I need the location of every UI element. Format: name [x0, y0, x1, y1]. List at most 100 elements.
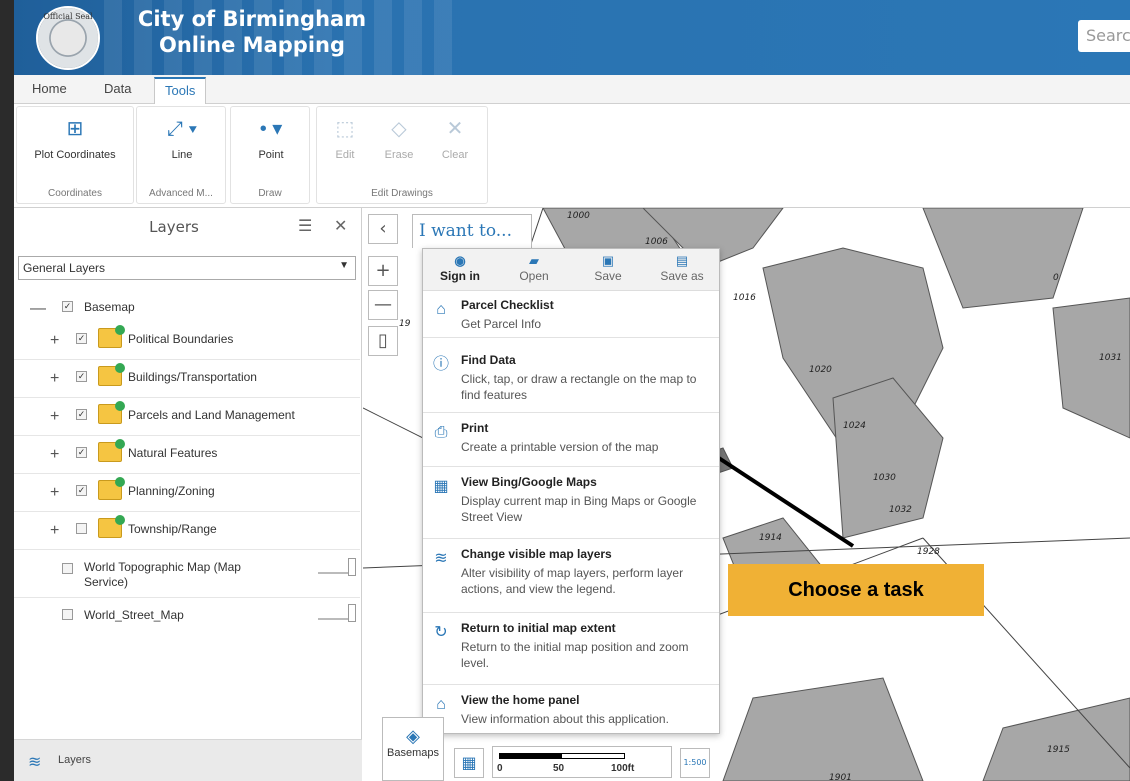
task-print[interactable]: ⎙ Print Create a printable version of th…: [423, 415, 719, 467]
choose-task-callout: Choose a task: [728, 564, 984, 616]
parcel-label: 1000: [567, 211, 590, 221]
save-button[interactable]: ▣ Save: [571, 253, 645, 283]
home-parcel-icon: ⌂: [436, 301, 446, 318]
city-seal-logo: Official Seal: [36, 6, 100, 70]
draw-point-button[interactable]: • ▾ Point: [239, 115, 303, 161]
layers-icon: ≋: [28, 752, 42, 771]
search-input[interactable]: Searc: [1078, 20, 1130, 52]
parcel-label: 1016: [733, 293, 756, 303]
folder-icon: [98, 401, 125, 424]
ribbon-toolbar: ⊞ Plot Coordinates Coordinates ⤢ ▾ Line …: [14, 104, 1130, 208]
app-title-line1: City of Birmingham: [137, 7, 367, 31]
expand-icon[interactable]: +: [50, 522, 59, 540]
folder-icon: [98, 515, 125, 538]
sign-in-button[interactable]: ◉ Sign in: [423, 253, 497, 283]
parcel-label: 1030: [873, 473, 896, 483]
task-view-bing-google[interactable]: ▦ View Bing/Google Maps Display current …: [423, 469, 719, 539]
line-measure-button[interactable]: ⤢ ▾ Line: [147, 115, 217, 161]
find-data-icon: ⓘ: [432, 356, 449, 373]
plot-coordinates-button[interactable]: ⊞ Plot Coordinates: [25, 115, 125, 161]
group-draw: • ▾ Point Draw: [230, 106, 310, 204]
expand-icon[interactable]: +: [50, 332, 59, 350]
task-find-data[interactable]: ⓘ Find Data Click, tap, or draw a rectan…: [423, 347, 719, 413]
eraser-icon: ◇: [391, 118, 407, 140]
edit-button[interactable]: ⬚ Edit: [325, 115, 365, 161]
map-view-icon: ▦: [433, 478, 449, 495]
layer-checkbox[interactable]: ✓: [76, 371, 87, 382]
collapse-panel-button[interactable]: ‹: [368, 214, 398, 244]
layer-row-world-street-map[interactable]: World_Street_Map: [14, 598, 360, 636]
layer-row[interactable]: + ✓ Natural Features: [14, 436, 360, 474]
app-header: Official Seal City of Birmingham Online …: [14, 0, 1130, 75]
expand-icon[interactable]: +: [50, 370, 59, 388]
task-initial-extent[interactable]: ↻ Return to initial map extent Return to…: [423, 615, 719, 685]
task-change-layers[interactable]: ≋ Change visible map layers Alter visibi…: [423, 541, 719, 613]
parcel-label: 1006: [645, 237, 668, 247]
close-icon[interactable]: ✕: [334, 216, 347, 235]
folder-icon: [98, 325, 125, 348]
line-measure-icon: ⤢ ▾: [167, 118, 197, 140]
parcel-label: 1901: [829, 773, 852, 781]
layer-row[interactable]: + ✓ Parcels and Land Management: [14, 398, 360, 436]
app-title: City of Birmingham Online Mapping: [132, 6, 372, 58]
clear-button[interactable]: ✕ Clear: [435, 115, 475, 161]
scale-ratio-button[interactable]: 1:500: [680, 748, 710, 778]
parcel-label: 1928: [917, 547, 940, 557]
clear-icon: ✕: [446, 118, 464, 140]
layer-row[interactable]: + ✓ Political Boundaries: [14, 322, 360, 360]
layer-checkbox[interactable]: [62, 609, 73, 620]
layer-row[interactable]: + ✓ Planning/Zoning: [14, 474, 360, 512]
task-parcel-checklist[interactable]: ⌂ Parcel Checklist Get Parcel Info: [423, 292, 719, 338]
layer-checkbox[interactable]: ✓: [76, 485, 87, 496]
group-coordinates: ⊞ Plot Coordinates Coordinates: [16, 106, 134, 204]
folder-icon: [98, 439, 125, 462]
bookmark-icon[interactable]: ▯: [368, 326, 398, 356]
scale-bar-graphic: [499, 753, 625, 759]
opacity-slider[interactable]: [318, 558, 356, 576]
opacity-slider[interactable]: [318, 604, 356, 622]
expand-icon[interactable]: +: [50, 446, 59, 464]
collapse-icon[interactable]: —: [30, 300, 46, 318]
layer-list-select[interactable]: General Layers ▼: [18, 256, 356, 280]
folder-open-icon: ▰: [529, 253, 539, 268]
parcel-label: 0: [1053, 273, 1059, 283]
tab-tools[interactable]: Tools: [154, 77, 207, 105]
menu-icon[interactable]: ☰: [298, 216, 312, 235]
save-as-button[interactable]: ▤ Save as: [645, 253, 719, 283]
zoom-in-button[interactable]: +: [368, 256, 398, 286]
parcel-label: 1031: [1099, 353, 1122, 363]
layer-checkbox[interactable]: [62, 563, 73, 574]
task-home-panel[interactable]: ⌂ View the home panel View information a…: [423, 687, 719, 733]
parcel-label: 1914: [759, 533, 782, 543]
user-icon: ◉: [454, 253, 466, 268]
tab-home[interactable]: Home: [32, 81, 67, 96]
layer-row[interactable]: + ✓ Buildings/Transportation: [14, 360, 360, 398]
ribbon-tabs: Home Data Tools: [14, 75, 1130, 105]
parcel-label: 1024: [843, 421, 866, 431]
open-button[interactable]: ▰ Open: [497, 253, 571, 283]
expand-icon[interactable]: +: [50, 408, 59, 426]
basemaps-button[interactable]: ◈ Basemaps: [382, 717, 444, 781]
erase-button[interactable]: ◇ Erase: [379, 115, 419, 161]
layers-icon: ≋: [434, 550, 448, 567]
layer-row[interactable]: + Township/Range: [14, 512, 360, 550]
layer-checkbox[interactable]: ✓: [76, 447, 87, 458]
zoom-out-button[interactable]: —: [368, 290, 398, 320]
iwant-toolbar: ◉ Sign in ▰ Open ▣ Save ▤ Save as: [423, 249, 719, 291]
layer-checkbox[interactable]: [76, 523, 87, 534]
grid-icon[interactable]: ▦: [454, 748, 484, 778]
layer-checkbox[interactable]: ✓: [76, 409, 87, 420]
basemap-checkbox[interactable]: ✓: [62, 301, 73, 312]
tab-data[interactable]: Data: [104, 81, 131, 96]
plot-coordinates-icon: ⊞: [66, 118, 84, 140]
layers-footer-tab[interactable]: ≋ Layers: [14, 739, 362, 781]
parcel-label: 19: [399, 319, 411, 329]
layers-panel-title: Layers: [149, 218, 199, 236]
printer-icon: ⎙: [434, 424, 448, 441]
layer-row-world-topographic[interactable]: World Topographic Map (Map Service): [14, 552, 360, 598]
app-title-line2: Online Mapping: [158, 33, 346, 57]
expand-icon[interactable]: +: [50, 484, 59, 502]
i-want-to-button[interactable]: I want to...: [412, 214, 532, 248]
basemap-icon: ◈: [406, 726, 420, 746]
layer-checkbox[interactable]: ✓: [76, 333, 87, 344]
